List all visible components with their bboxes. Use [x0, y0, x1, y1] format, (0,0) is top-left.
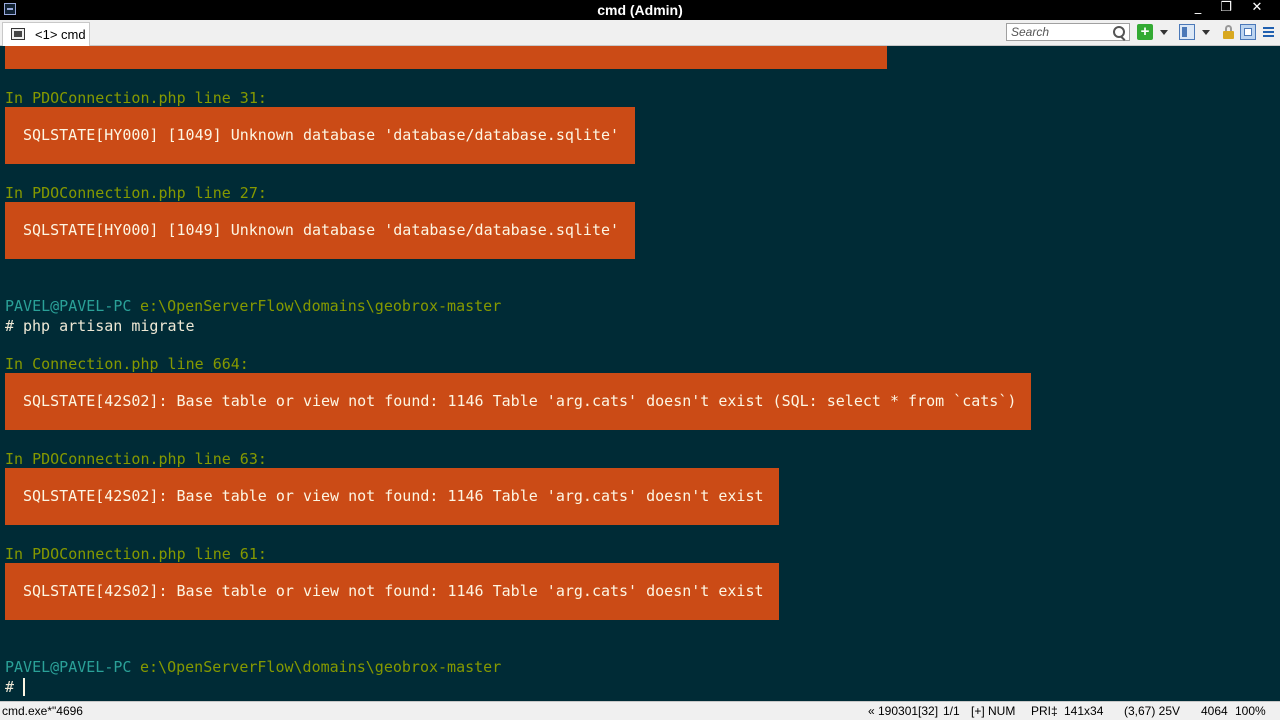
tab-label: <1> cmd	[35, 27, 86, 42]
prompt-user-host: PAVEL@PAVEL-PC	[5, 658, 132, 676]
lock-icon[interactable]	[1221, 24, 1237, 40]
error-box-partial	[5, 46, 887, 69]
status-chars[interactable]: 4064	[1201, 704, 1228, 718]
error-location: In Connection.php line 664:	[5, 355, 249, 373]
status-bar: cmd.exe*"4696 « 190301[32] 1/1 [+] NUM P…	[0, 701, 1280, 720]
panel-dropdown-icon[interactable]	[1202, 30, 1210, 35]
error-message: SQLSTATE[42S02]: Base table or view not …	[23, 582, 764, 600]
prompt-symbol: #	[5, 678, 15, 696]
title-bar: cmd (Admin) _ ❐ ✕	[0, 0, 1280, 20]
command-text: php artisan migrate	[23, 317, 195, 335]
close-button[interactable]: ✕	[1244, 0, 1270, 18]
prompt-path: e:\OpenServerFlow\domains\geobrox-master	[140, 297, 502, 315]
window-title: cmd (Admin)	[597, 2, 683, 18]
prompt-symbol: #	[5, 317, 15, 335]
search-box[interactable]	[1006, 23, 1130, 41]
error-location: In PDOConnection.php line 27:	[5, 184, 267, 202]
console-output[interactable]: In PDOConnection.php line 31: SQLSTATE[H…	[0, 46, 1280, 701]
error-location: In PDOConnection.php line 31:	[5, 89, 267, 107]
error-message: SQLSTATE[42S02]: Base table or view not …	[23, 487, 764, 505]
error-location: In PDOConnection.php line 63:	[5, 450, 267, 468]
error-box: SQLSTATE[42S02]: Base table or view not …	[5, 373, 1031, 430]
status-console-index[interactable]: 1/1	[943, 704, 960, 718]
layout-toggle-icon[interactable]	[1240, 24, 1256, 40]
error-box: SQLSTATE[42S02]: Base table or view not …	[5, 468, 779, 525]
error-box: SQLSTATE[HY000] [1049] Unknown database …	[5, 107, 635, 164]
restore-button[interactable]: ❐	[1213, 0, 1239, 18]
error-message: SQLSTATE[HY000] [1049] Unknown database …	[23, 221, 620, 239]
status-flags[interactable]: [+] NUM	[971, 704, 1015, 718]
status-process[interactable]: cmd.exe*"4696	[2, 704, 83, 718]
prompt-user-host: PAVEL@PAVEL-PC	[5, 297, 132, 315]
error-box: SQLSTATE[HY000] [1049] Unknown database …	[5, 202, 635, 259]
error-message: SQLSTATE[42S02]: Base table or view not …	[23, 392, 1017, 410]
text-cursor	[23, 678, 25, 696]
error-box: SQLSTATE[42S02]: Base table or view not …	[5, 563, 779, 620]
status-cursor[interactable]: (3,67) 25V	[1124, 704, 1180, 718]
menu-icon[interactable]	[1262, 24, 1276, 40]
status-position[interactable]: « 190301[32]	[868, 704, 938, 718]
error-location: In PDOConnection.php line 61:	[5, 545, 267, 563]
split-panel-icon[interactable]	[1179, 24, 1195, 40]
status-priority[interactable]: PRI‡	[1031, 704, 1058, 718]
new-console-dropdown-icon[interactable]	[1160, 30, 1168, 35]
console-icon	[11, 28, 25, 40]
minimize-button[interactable]: _	[1185, 0, 1211, 18]
tab-cmd[interactable]: <1> cmd	[2, 22, 90, 46]
status-zoom[interactable]: 100%	[1235, 704, 1266, 718]
status-size[interactable]: 141x34	[1064, 704, 1103, 718]
new-console-icon[interactable]: +	[1137, 24, 1153, 40]
error-message: SQLSTATE[HY000] [1049] Unknown database …	[23, 126, 620, 144]
search-icon[interactable]	[1113, 26, 1125, 38]
search-input[interactable]	[1009, 24, 1113, 40]
prompt-path: e:\OpenServerFlow\domains\geobrox-master	[140, 658, 502, 676]
